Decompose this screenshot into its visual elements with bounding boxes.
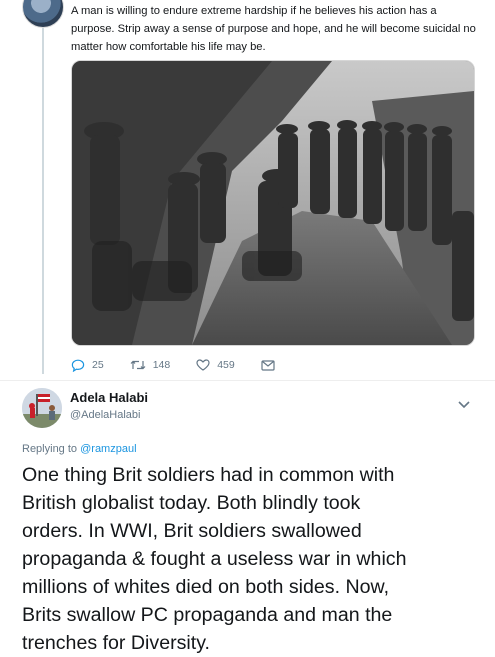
like-action[interactable]: 459 [196, 359, 235, 371]
reply-text-line: British globalist today. Both blindly to… [22, 492, 361, 514]
author-handle[interactable]: @AdelaHalabi [70, 409, 141, 421]
heart-icon [196, 359, 210, 371]
mention-link[interactable]: @ramzpaul [80, 443, 136, 455]
reply-text-line: millions of whites died on both sides. N… [22, 576, 390, 598]
thread-line [42, 24, 44, 374]
author-name[interactable]: Adela Halabi [70, 390, 148, 405]
avatar-image [22, 388, 62, 428]
like-count: 459 [217, 359, 235, 371]
replying-prefix: Replying to [22, 443, 78, 455]
tweet-text-line: A man is willing to endure extreme hards… [71, 5, 437, 17]
replying-to: Replying to @ramzpaul [22, 443, 137, 455]
avatar[interactable] [22, 0, 64, 28]
reply-text-line: trenches for Diversity. [22, 632, 211, 654]
reply-count: 25 [92, 359, 104, 371]
reply-tweet-text: One thing Brit soldiers had in common wi… [22, 461, 490, 657]
divider [0, 380, 495, 381]
tweet-text-line: matter how comfortable his life may be. [71, 41, 266, 53]
tweet-actions: 25 148 459 [71, 356, 308, 374]
retweet-icon [130, 360, 146, 370]
direct-message-action[interactable] [261, 359, 282, 371]
reply-text-line: orders. In WWI, Brit soldiers swallowed [22, 520, 362, 542]
retweet-action[interactable]: 148 [130, 359, 171, 371]
reply-action[interactable]: 25 [71, 359, 104, 372]
reply-text-line: One thing Brit soldiers had in common wi… [22, 464, 395, 486]
avatar[interactable] [22, 388, 62, 428]
original-tweet-text: A man is willing to endure extreme hards… [71, 2, 486, 56]
reply-text-line: propaganda & fought a useless war in whi… [22, 548, 407, 570]
tweet-text-line: purpose. Strip away a sense of purpose a… [71, 23, 476, 35]
reply-icon [71, 359, 85, 372]
chevron-down-icon[interactable] [457, 400, 471, 409]
tweet-photo[interactable] [71, 60, 475, 346]
reply-text-line: Brits swallow PC propaganda and man the [22, 604, 393, 626]
envelope-icon [261, 359, 275, 371]
retweet-count: 148 [152, 359, 171, 371]
